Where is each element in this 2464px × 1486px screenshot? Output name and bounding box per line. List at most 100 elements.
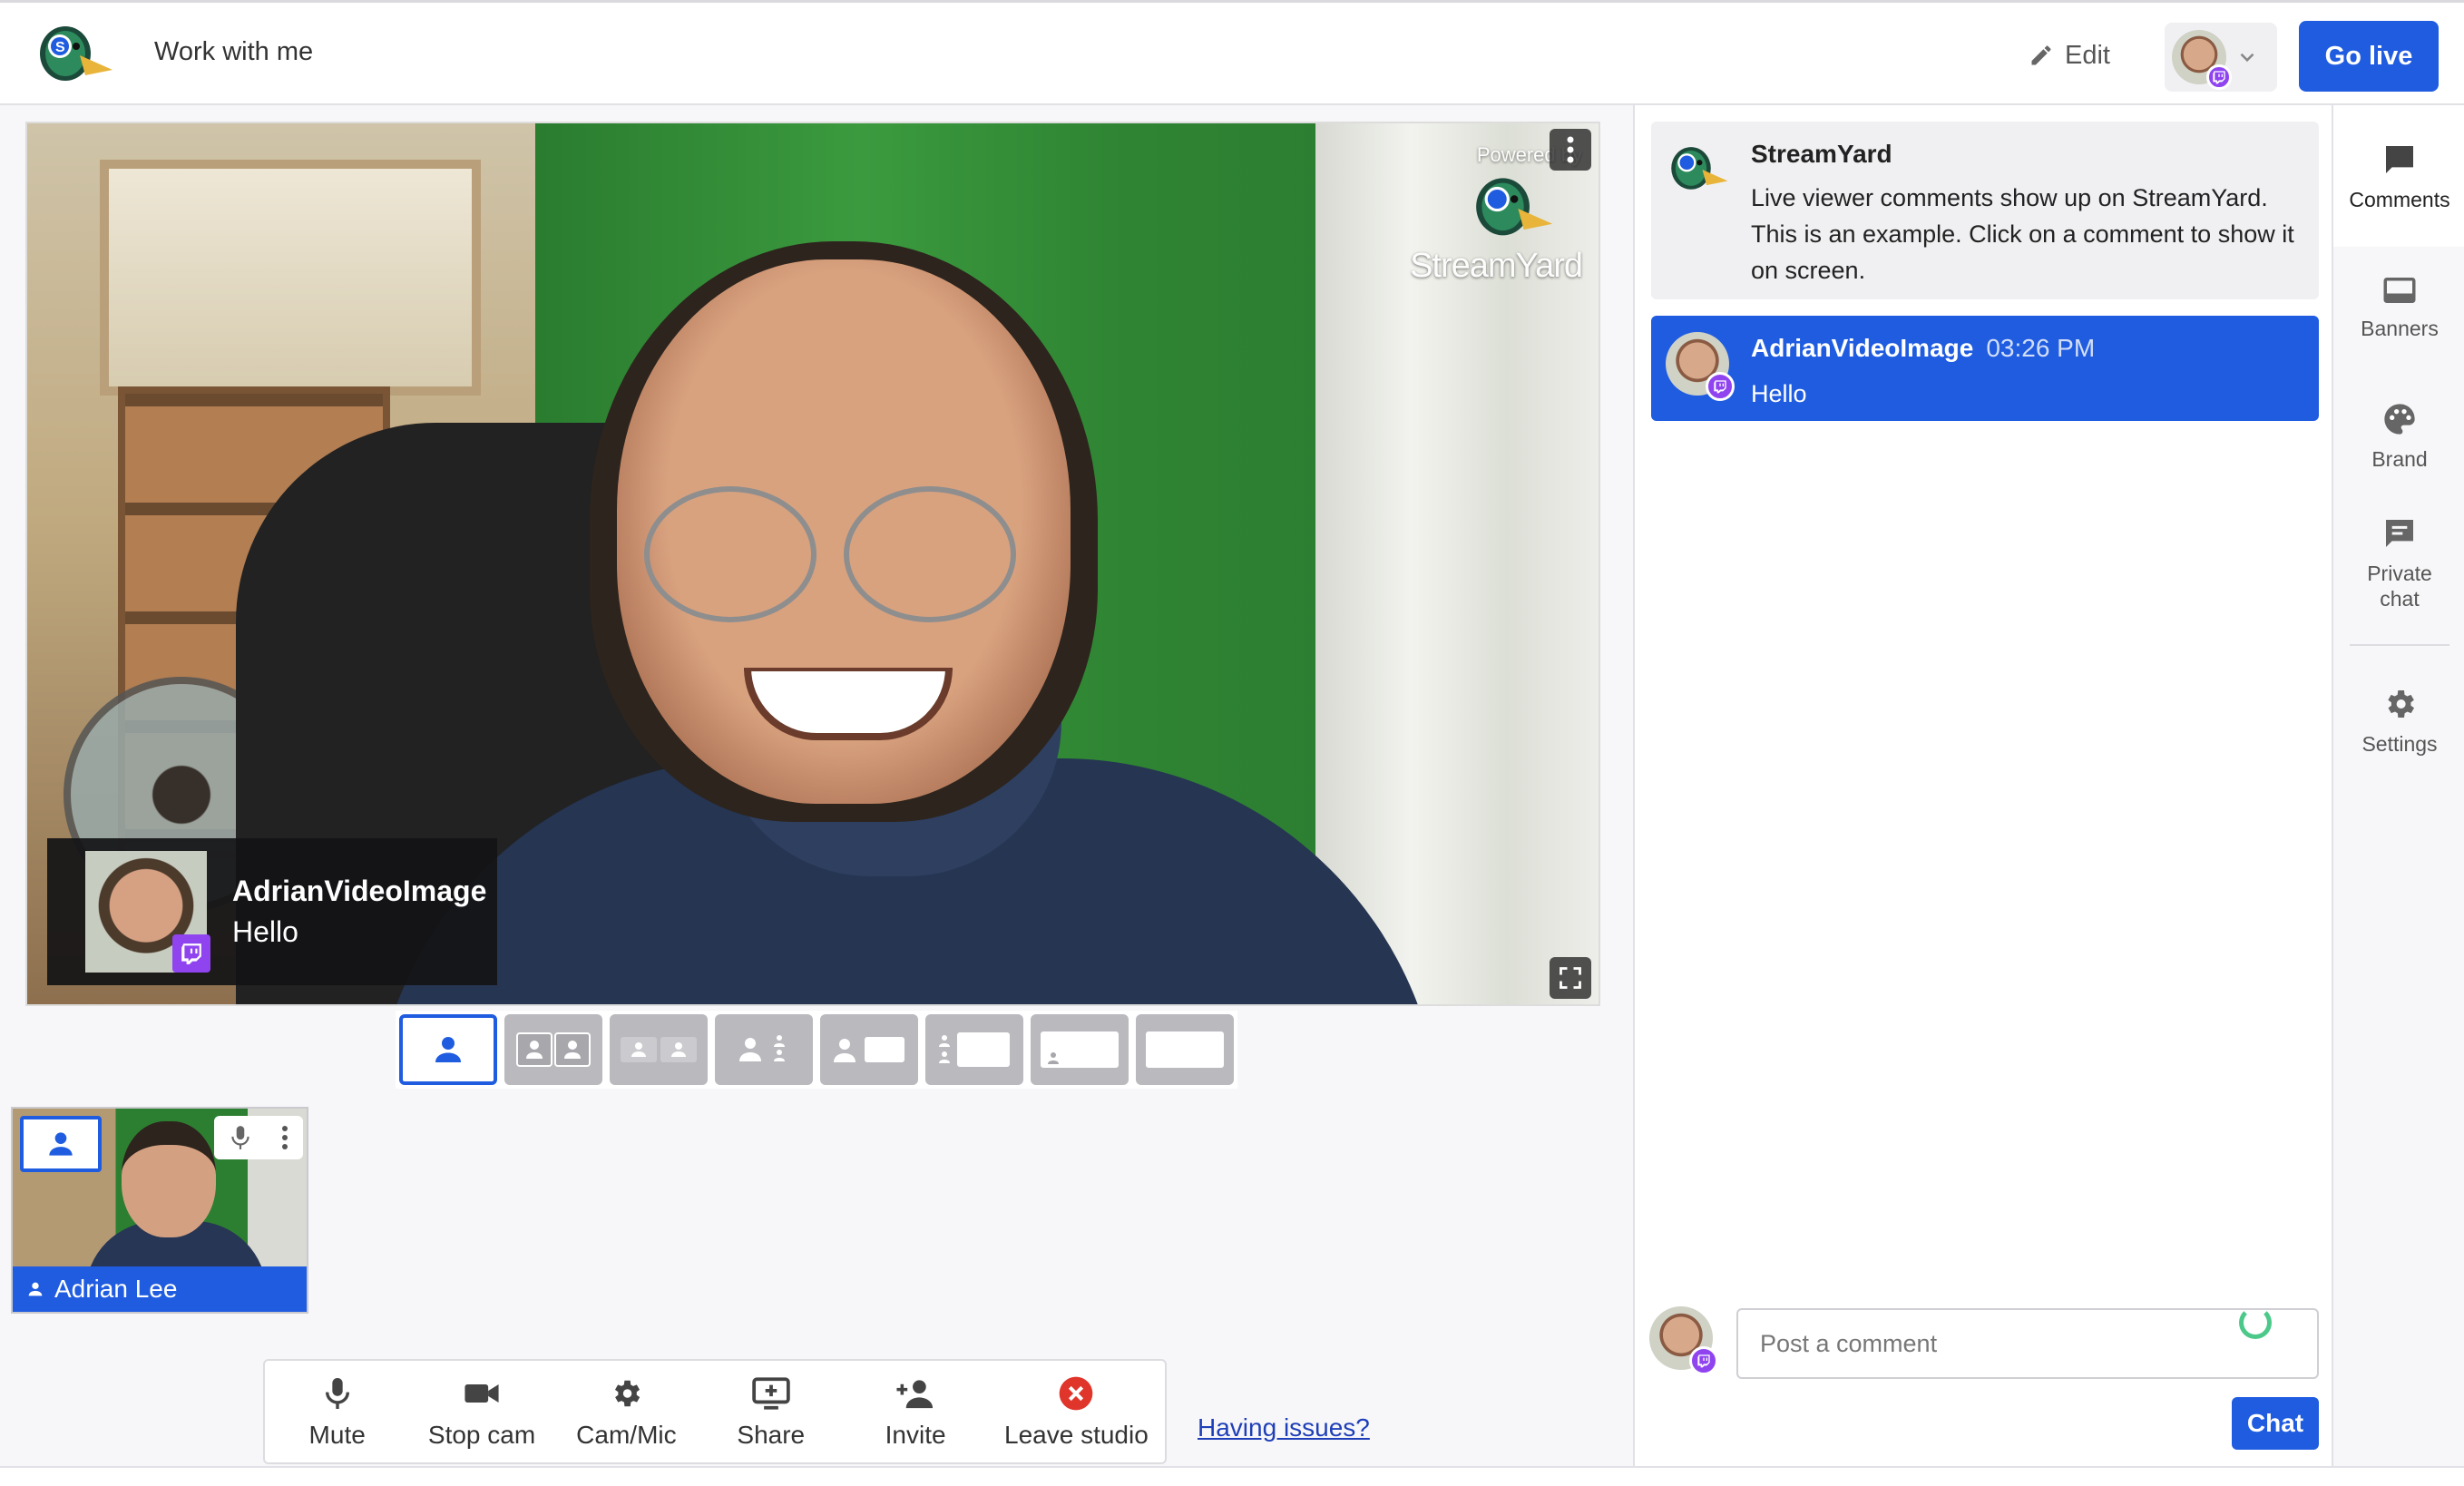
- palette-icon: [2384, 404, 2415, 435]
- comment-author: AdrianVideoImage: [1751, 334, 1974, 362]
- svg-text:S: S: [55, 40, 65, 55]
- comment-avatar: [85, 851, 210, 973]
- tab-banners-label: Banners: [2361, 317, 2439, 340]
- group-icon: [621, 1037, 697, 1062]
- tab-brand[interactable]: Brand: [2333, 401, 2464, 472]
- banner-icon: [2383, 278, 2416, 303]
- layout-group-button[interactable]: [610, 1014, 708, 1085]
- user-avatar: [1649, 1306, 1718, 1375]
- tab-private-chat-label: Private chat: [2367, 562, 2432, 611]
- chat-send-button[interactable]: Chat: [2232, 1397, 2319, 1450]
- having-issues-link[interactable]: Having issues?: [1198, 1413, 1370, 1442]
- participant-controls: [214, 1116, 303, 1159]
- microphone-icon: [318, 1374, 357, 1413]
- person-icon: [49, 1132, 73, 1156]
- go-live-button[interactable]: Go live: [2299, 21, 2439, 92]
- edit-label: Edit: [2065, 40, 2110, 70]
- tab-comments-label: Comments: [2349, 188, 2450, 211]
- tab-settings-label: Settings: [2361, 732, 2438, 756]
- person-icon: [435, 1037, 461, 1062]
- remove-from-stage-button[interactable]: [20, 1116, 102, 1172]
- comment-icon: [2386, 146, 2413, 173]
- streamyard-studio: S Work with me Edit Go live Powered by S…: [0, 0, 2464, 1486]
- studio-toolbar: Mute Stop cam Cam/Mic Share Invite Leave…: [263, 1359, 1167, 1464]
- screen-share-icon: [751, 1374, 791, 1413]
- participant-tile[interactable]: Adrian Lee: [11, 1107, 308, 1314]
- two-person-icon: [516, 1032, 591, 1067]
- broadcast-stage[interactable]: Powered by StreamYard AdrianVideoImage H…: [25, 122, 1600, 1006]
- account-menu-button[interactable]: [2165, 23, 2277, 92]
- comment-item-selected[interactable]: AdrianVideoImage 03:26 PM Hello: [1651, 316, 2319, 421]
- person-icon: [28, 1282, 43, 1296]
- tab-brand-label: Brand: [2371, 447, 2428, 471]
- comments-panel: StreamYard Live viewer comments show up …: [1633, 105, 2332, 1466]
- comment-avatar: [1666, 332, 1735, 401]
- layout-selector: [396, 1011, 1237, 1089]
- layout-screen-side-button[interactable]: [820, 1014, 918, 1085]
- close-circle-icon: [1056, 1374, 1096, 1413]
- cam-mic-settings-button[interactable]: Cam/Mic: [554, 1361, 699, 1462]
- cam-mic-label: Cam/Mic: [576, 1421, 677, 1449]
- streamyard-duck-logo[interactable]: S: [33, 19, 114, 92]
- mute-button[interactable]: Mute: [265, 1361, 409, 1462]
- sidebar-tabs: Comments Banners Brand Private chat Sett…: [2332, 105, 2464, 1466]
- tab-settings[interactable]: Settings: [2333, 686, 2464, 757]
- participant-name: Adrian Lee: [54, 1275, 178, 1303]
- thin-side-icon: [939, 1032, 1010, 1067]
- twitch-icon: [1705, 371, 1735, 401]
- mute-label: Mute: [308, 1421, 366, 1449]
- layout-cropped-button[interactable]: [504, 1014, 602, 1085]
- comment-author-line: AdrianVideoImage 03:26 PM: [1751, 334, 2095, 363]
- leave-studio-button[interactable]: Leave studio: [988, 1361, 1165, 1462]
- edit-button[interactable]: Edit: [2029, 35, 2110, 75]
- layout-leader-button[interactable]: [715, 1014, 813, 1085]
- overlay-message: Hello: [232, 915, 298, 948]
- leave-studio-label: Leave studio: [1004, 1421, 1149, 1449]
- layout-pip-button[interactable]: [1031, 1014, 1129, 1085]
- pencil-icon: [2031, 45, 2051, 65]
- stop-cam-label: Stop cam: [427, 1421, 536, 1449]
- streamyard-avatar: [1671, 147, 1728, 190]
- tab-comments[interactable]: Comments: [2333, 105, 2464, 247]
- layout-solo-button[interactable]: [399, 1014, 497, 1085]
- layout-fullscreen-button[interactable]: [1136, 1014, 1234, 1085]
- gear-icon: [606, 1374, 646, 1413]
- stop-cam-button[interactable]: Stop cam: [409, 1361, 553, 1462]
- tab-banners[interactable]: Banners: [2333, 274, 2464, 341]
- screen-side-icon: [834, 1037, 904, 1062]
- picture-in-picture-icon: [1041, 1031, 1119, 1068]
- fullscreen-layout-icon: [1146, 1031, 1224, 1068]
- share-screen-button[interactable]: Share: [699, 1361, 843, 1462]
- bottom-edge: [0, 1466, 2464, 1486]
- comment-item[interactable]: StreamYard Live viewer comments show up …: [1651, 122, 2319, 299]
- twitch-icon: [1688, 1345, 1718, 1375]
- project-title[interactable]: Work with me: [154, 37, 313, 67]
- stage-more-icon[interactable]: [1550, 129, 1591, 171]
- comment-body: Live viewer comments show up on StreamYa…: [1751, 184, 2294, 284]
- tab-private-chat[interactable]: Private chat: [2333, 515, 2464, 611]
- brand-watermark-text: StreamYard: [1410, 247, 1583, 285]
- comment-timestamp: 03:26 PM: [1986, 334, 2096, 362]
- participant-name-bar: Adrian Lee: [13, 1266, 307, 1312]
- post-comment-input[interactable]: [1736, 1308, 2319, 1379]
- share-label: Share: [737, 1421, 806, 1449]
- video-camera-icon: [462, 1374, 502, 1413]
- on-screen-comment[interactable]: AdrianVideoImage Hello: [47, 838, 497, 985]
- layout-thin-side-button[interactable]: [925, 1014, 1023, 1085]
- invite-button[interactable]: Invite: [843, 1361, 987, 1462]
- gear-icon: [2388, 690, 2414, 718]
- fullscreen-icon[interactable]: [1550, 957, 1591, 999]
- add-person-icon: [895, 1374, 935, 1413]
- invite-label: Invite: [885, 1421, 946, 1449]
- leader-icon: [739, 1035, 785, 1061]
- top-header: S Work with me Edit Go live: [0, 0, 2464, 105]
- more-vertical-icon[interactable]: [281, 1125, 288, 1150]
- twitch-icon: [172, 934, 210, 973]
- overlay-author: AdrianVideoImage: [232, 875, 487, 907]
- twitch-icon: [2206, 64, 2232, 90]
- loading-spinner-icon: [2239, 1306, 2272, 1339]
- microphone-icon[interactable]: [229, 1124, 252, 1151]
- chevron-down-icon: [2240, 53, 2254, 63]
- comment-body: Hello: [1751, 380, 1807, 407]
- streamyard-watermark-logo: [1476, 178, 1553, 236]
